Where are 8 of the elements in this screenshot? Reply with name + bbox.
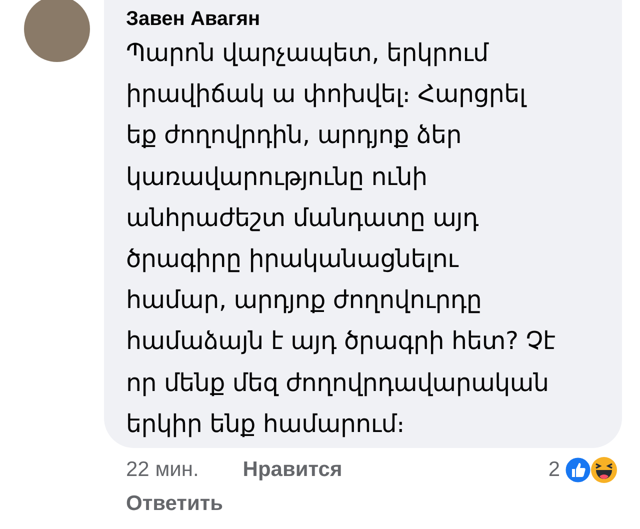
like-icon xyxy=(564,456,592,484)
like-button[interactable]: Нравится xyxy=(242,454,342,486)
laughing-face-icon xyxy=(590,456,618,484)
comment-time: 22 мин. xyxy=(126,457,199,484)
reaction-count[interactable]: 2 xyxy=(548,454,560,486)
author-name[interactable]: Завен Авагян xyxy=(126,6,600,32)
reply-button[interactable]: Ответить xyxy=(126,488,224,520)
comment-text: Պարոն վարչապետ, երկրում իրավիճակ ա փոխվել։ Հարցրել եք ժողովրդին, արդյոք ձեր կառավարությունը ունի անհրաժեշտ մանդատը այդ ծրագիրը իրականացնելու համար, արդյոք ժողովուրդը համաձայն է այդ ծրագրի հետ? Չէ որ մենք մեզ ժողովրդավարական երկիր ենք համարում։ xyxy=(126,37,556,440)
